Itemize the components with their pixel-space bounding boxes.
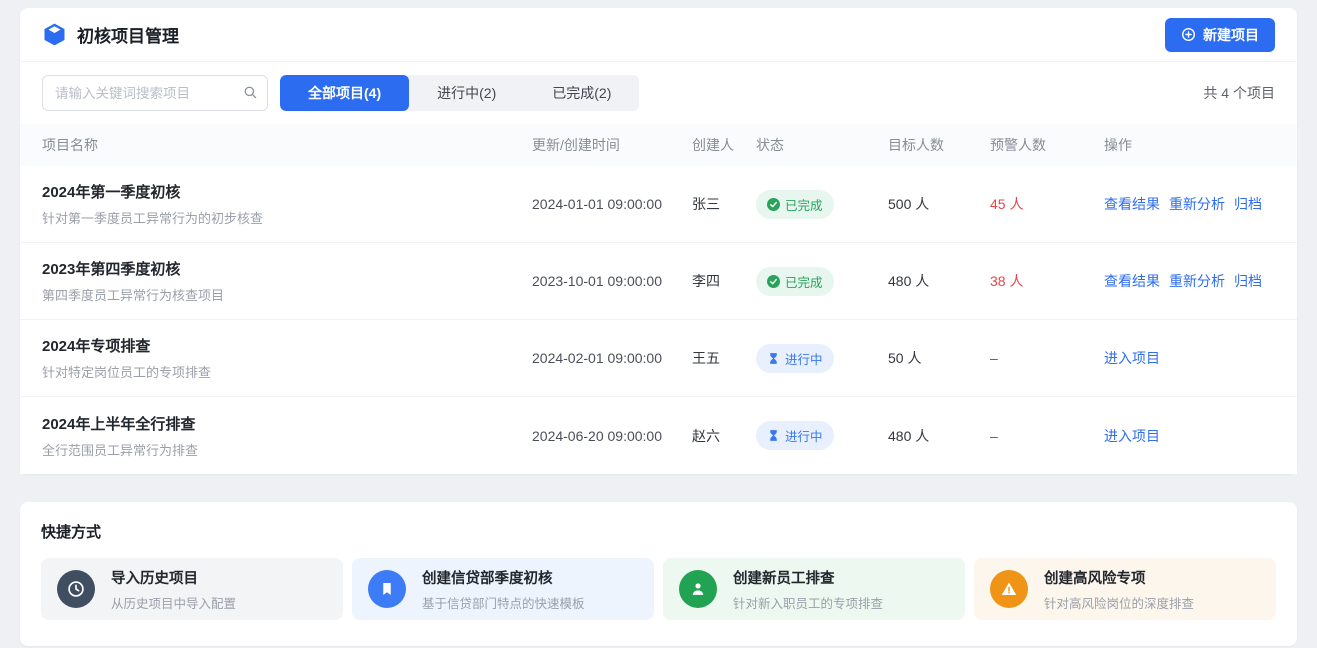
project-creator: 赵六 bbox=[692, 426, 756, 446]
quick-actions-card: 快捷方式 导入历史项目 从历史项目中导入配置 创建信贷部季度初核 基于信贷部门特… bbox=[20, 502, 1297, 646]
tabs: 全部项目(4)进行中(2)已完成(2) bbox=[280, 75, 639, 111]
status-badge: 进行中 bbox=[756, 421, 834, 450]
new-project-label: 新建项目 bbox=[1203, 25, 1259, 45]
row-actions: 进入项目 bbox=[1104, 426, 1275, 446]
bookmark-icon bbox=[368, 570, 406, 608]
warning-count: 38 人 bbox=[990, 271, 1104, 291]
plus-circle-icon bbox=[1181, 27, 1196, 42]
toolbar: 全部项目(4)进行中(2)已完成(2) 共 4 个项目 bbox=[20, 62, 1297, 124]
tab-0[interactable]: 全部项目(4) bbox=[280, 75, 409, 111]
col-header-time: 更新/创建时间 bbox=[532, 135, 692, 155]
warning-count: – bbox=[990, 428, 1104, 444]
action-link-2[interactable]: 归档 bbox=[1234, 273, 1262, 289]
quick-action-title: 创建新员工排查 bbox=[733, 567, 883, 588]
action-link-0[interactable]: 进入项目 bbox=[1104, 428, 1160, 444]
row-actions: 查看结果重新分析归档 bbox=[1104, 194, 1275, 214]
table-row: 2024年第一季度初核 针对第一季度员工异常行为的初步核查 2024-01-01… bbox=[20, 166, 1297, 243]
col-header-creator: 创建人 bbox=[692, 135, 756, 155]
status-label: 已完成 bbox=[785, 195, 823, 214]
project-description: 针对特定岗位员工的专项排查 bbox=[42, 362, 522, 381]
project-time: 2024-02-01 09:00:00 bbox=[532, 350, 692, 366]
action-link-1[interactable]: 重新分析 bbox=[1169, 196, 1225, 212]
action-link-0[interactable]: 进入项目 bbox=[1104, 350, 1160, 366]
target-count: 500 人 bbox=[888, 194, 990, 214]
table-row: 2023年第四季度初核 第四季度员工异常行为核查项目 2023-10-01 09… bbox=[20, 243, 1297, 320]
status-label: 进行中 bbox=[785, 349, 823, 368]
cube-icon bbox=[42, 22, 67, 47]
action-link-2[interactable]: 归档 bbox=[1234, 196, 1262, 212]
tab-1[interactable]: 进行中(2) bbox=[409, 75, 524, 111]
user-icon bbox=[679, 570, 717, 608]
status-label: 已完成 bbox=[785, 272, 823, 291]
project-time: 2024-06-20 09:00:00 bbox=[532, 428, 692, 444]
col-header-name: 项目名称 bbox=[42, 135, 532, 155]
hourglass-icon bbox=[767, 429, 780, 442]
new-project-button[interactable]: 新建项目 bbox=[1165, 18, 1275, 52]
action-link-0[interactable]: 查看结果 bbox=[1104, 196, 1160, 212]
project-name: 2023年第四季度初核 bbox=[42, 258, 522, 279]
warning-count: 45 人 bbox=[990, 194, 1104, 214]
quick-action-desc: 从历史项目中导入配置 bbox=[111, 593, 236, 612]
quick-actions-grid: 导入历史项目 从历史项目中导入配置 创建信贷部季度初核 基于信贷部门特点的快速模… bbox=[41, 558, 1276, 620]
project-creator: 张三 bbox=[692, 194, 756, 214]
project-time: 2024-01-01 09:00:00 bbox=[532, 196, 692, 212]
page: 初核项目管理 新建项目 全部项目(4)进行中(2) bbox=[0, 0, 1317, 648]
quick-action-desc: 针对高风险岗位的深度排查 bbox=[1044, 593, 1194, 612]
row-actions: 查看结果重新分析归档 bbox=[1104, 271, 1275, 291]
quick-action-card[interactable]: 创建高风险专项 针对高风险岗位的深度排查 bbox=[974, 558, 1276, 620]
col-header-actions: 操作 bbox=[1104, 135, 1275, 155]
check-circle-icon bbox=[767, 198, 780, 211]
action-link-1[interactable]: 重新分析 bbox=[1169, 273, 1225, 289]
target-count: 480 人 bbox=[888, 426, 990, 446]
project-name: 2024年第一季度初核 bbox=[42, 181, 522, 202]
warning-count: – bbox=[990, 350, 1104, 366]
project-description: 针对第一季度员工异常行为的初步核查 bbox=[42, 208, 522, 227]
project-name: 2024年上半年全行排查 bbox=[42, 413, 522, 434]
status-badge: 进行中 bbox=[756, 344, 834, 373]
row-actions: 进入项目 bbox=[1104, 348, 1275, 368]
quick-action-card[interactable]: 创建信贷部季度初核 基于信贷部门特点的快速模板 bbox=[352, 558, 654, 620]
search-box bbox=[42, 75, 268, 111]
search-input[interactable] bbox=[42, 75, 268, 111]
quick-action-title: 创建信贷部季度初核 bbox=[422, 567, 585, 588]
table-head: 项目名称 更新/创建时间 创建人 状态 目标人数 预警人数 操作 bbox=[20, 124, 1297, 166]
quick-actions-title: 快捷方式 bbox=[41, 521, 1276, 542]
project-time: 2023-10-01 09:00:00 bbox=[532, 273, 692, 289]
col-header-status: 状态 bbox=[756, 135, 888, 155]
tab-2[interactable]: 已完成(2) bbox=[524, 75, 639, 111]
col-header-warning: 预警人数 bbox=[990, 135, 1104, 155]
status-badge: 已完成 bbox=[756, 267, 834, 296]
status-badge: 已完成 bbox=[756, 190, 834, 219]
check-circle-icon bbox=[767, 275, 780, 288]
quick-action-title: 导入历史项目 bbox=[111, 567, 236, 588]
quick-action-card[interactable]: 创建新员工排查 针对新入职员工的专项排查 bbox=[663, 558, 965, 620]
project-name: 2024年专项排查 bbox=[42, 335, 522, 356]
table-row: 2024年专项排查 针对特定岗位员工的专项排查 2024-02-01 09:00… bbox=[20, 320, 1297, 397]
project-management-card: 初核项目管理 新建项目 全部项目(4)进行中(2) bbox=[20, 8, 1297, 474]
target-count: 480 人 bbox=[888, 271, 990, 291]
page-header: 初核项目管理 新建项目 bbox=[20, 8, 1297, 62]
clock-icon bbox=[57, 570, 95, 608]
status-label: 进行中 bbox=[785, 426, 823, 445]
col-header-target: 目标人数 bbox=[888, 135, 990, 155]
page-title: 初核项目管理 bbox=[77, 22, 179, 47]
warning-icon bbox=[990, 570, 1028, 608]
table-body: 2024年第一季度初核 针对第一季度员工异常行为的初步核查 2024-01-01… bbox=[20, 166, 1297, 474]
project-description: 第四季度员工异常行为核查项目 bbox=[42, 285, 522, 304]
hourglass-icon bbox=[767, 352, 780, 365]
quick-action-card[interactable]: 导入历史项目 从历史项目中导入配置 bbox=[41, 558, 343, 620]
quick-action-desc: 基于信贷部门特点的快速模板 bbox=[422, 593, 585, 612]
action-link-0[interactable]: 查看结果 bbox=[1104, 273, 1160, 289]
project-creator: 王五 bbox=[692, 348, 756, 368]
target-count: 50 人 bbox=[888, 348, 990, 368]
table-row: 2024年上半年全行排查 全行范围员工异常行为排查 2024-06-20 09:… bbox=[20, 397, 1297, 474]
project-creator: 李四 bbox=[692, 271, 756, 291]
search-icon bbox=[243, 85, 258, 105]
total-count: 共 4 个项目 bbox=[1203, 83, 1275, 103]
quick-action-title: 创建高风险专项 bbox=[1044, 567, 1194, 588]
project-description: 全行范围员工异常行为排查 bbox=[42, 440, 522, 459]
quick-action-desc: 针对新入职员工的专项排查 bbox=[733, 593, 883, 612]
